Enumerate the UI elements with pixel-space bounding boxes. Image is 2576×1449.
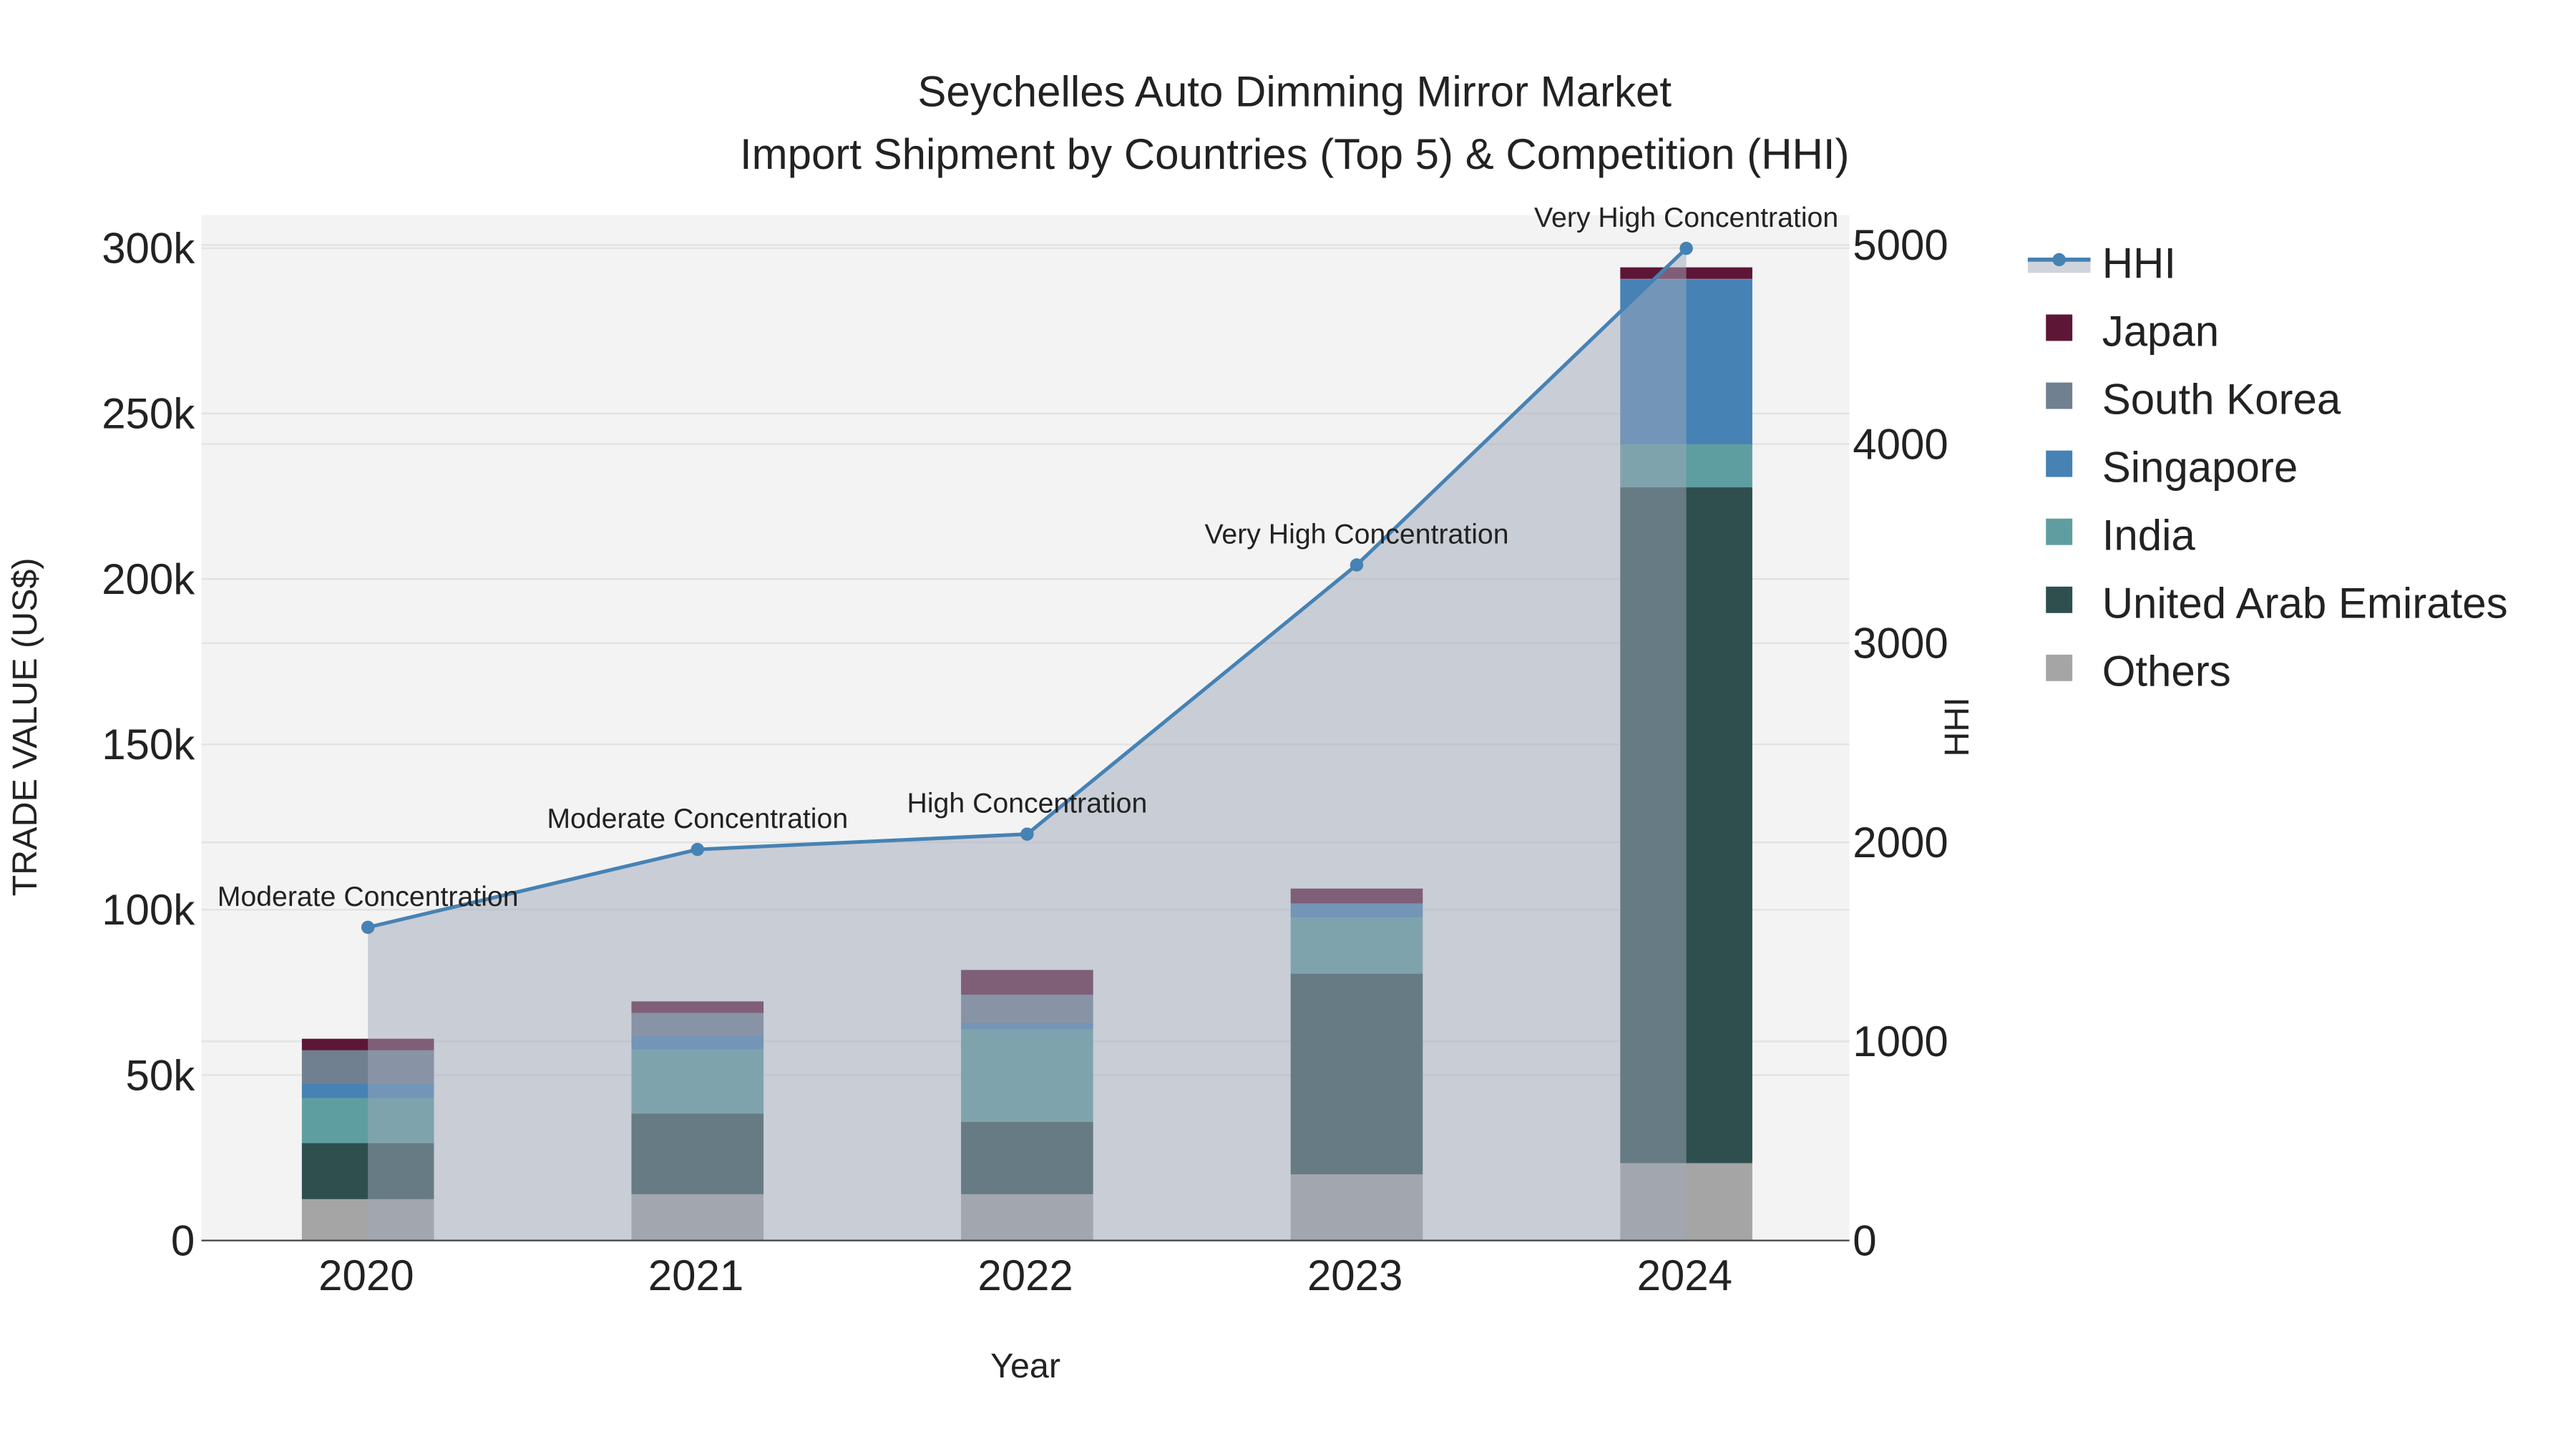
y2-tick-label: 1000 <box>1853 1018 1948 1065</box>
legend-label: United Arab Emirates <box>2102 580 2508 628</box>
chart-subtitle: Import Shipment by Countries (Top 5) & C… <box>740 130 1850 178</box>
y2-tick-label: 0 <box>1853 1216 1876 1264</box>
hhi-point-2022 <box>1020 827 1034 841</box>
x-tick-label: 2023 <box>1307 1252 1402 1299</box>
x-tick-label: 2020 <box>318 1252 414 1299</box>
legend-swatch-others <box>2046 654 2073 681</box>
x-tick-label: 2024 <box>1637 1252 1732 1299</box>
hhi-point-2024 <box>1679 241 1693 255</box>
hhi-annotation: Very High Concentration <box>1534 202 1838 233</box>
y-tick-label: 50k <box>126 1051 196 1099</box>
hhi-point-2020 <box>361 920 375 935</box>
y2-tick-label: 4000 <box>1853 420 1948 468</box>
hhi-annotation: High Concentration <box>907 788 1148 819</box>
y2-axis-label: HHI <box>1938 697 1976 756</box>
hhi-annotation: Moderate Concentration <box>218 881 519 912</box>
y-tick-label: 100k <box>102 886 195 934</box>
y2-tick-label: 2000 <box>1853 819 1948 867</box>
legend-swatch-india <box>2046 518 2073 545</box>
y-tick-label: 300k <box>102 225 195 273</box>
legend-label: Japan <box>2102 307 2219 355</box>
y-tick-label: 250k <box>102 390 195 438</box>
legend-swatch-singapore <box>2046 450 2073 477</box>
legend: HHI Japan South Korea Singapore India United … <box>2027 239 2508 696</box>
legend-label: South Korea <box>2102 375 2341 423</box>
y-tick-label: 200k <box>102 555 195 603</box>
hhi-annotation: Moderate Concentration <box>547 803 848 834</box>
hhi-point-2023 <box>1350 558 1364 572</box>
hhi-point-2021 <box>691 842 704 857</box>
legend-swatch-united-arab-emirates <box>2046 586 2073 613</box>
x-axis-label: Year <box>990 1347 1060 1385</box>
legend-label: Others <box>2102 648 2231 696</box>
y2-tick-label: 3000 <box>1853 620 1948 668</box>
y-tick-label: 150k <box>102 721 195 769</box>
legend-swatch-hhi-marker <box>2052 253 2066 267</box>
x-tick-label: 2021 <box>648 1252 743 1299</box>
legend-label: Singapore <box>2102 444 2298 492</box>
legend-swatch-south-korea <box>2046 382 2073 409</box>
chart-title: Seychelles Auto Dimming Mirror Market <box>917 67 1672 115</box>
chart: Seychelles Auto Dimming Mirror Market Im… <box>6 67 2508 1385</box>
hhi-annotation: Very High Concentration <box>1204 518 1508 550</box>
y-axis-label: TRADE VALUE (US$) <box>6 557 44 896</box>
x-tick-label: 2022 <box>977 1252 1073 1299</box>
y2-tick-label: 5000 <box>1853 221 1948 269</box>
legend-label: India <box>2102 512 2196 560</box>
y-tick-label: 0 <box>171 1216 195 1264</box>
legend-label: HHI <box>2102 239 2176 287</box>
legend-swatch-japan <box>2046 314 2073 341</box>
